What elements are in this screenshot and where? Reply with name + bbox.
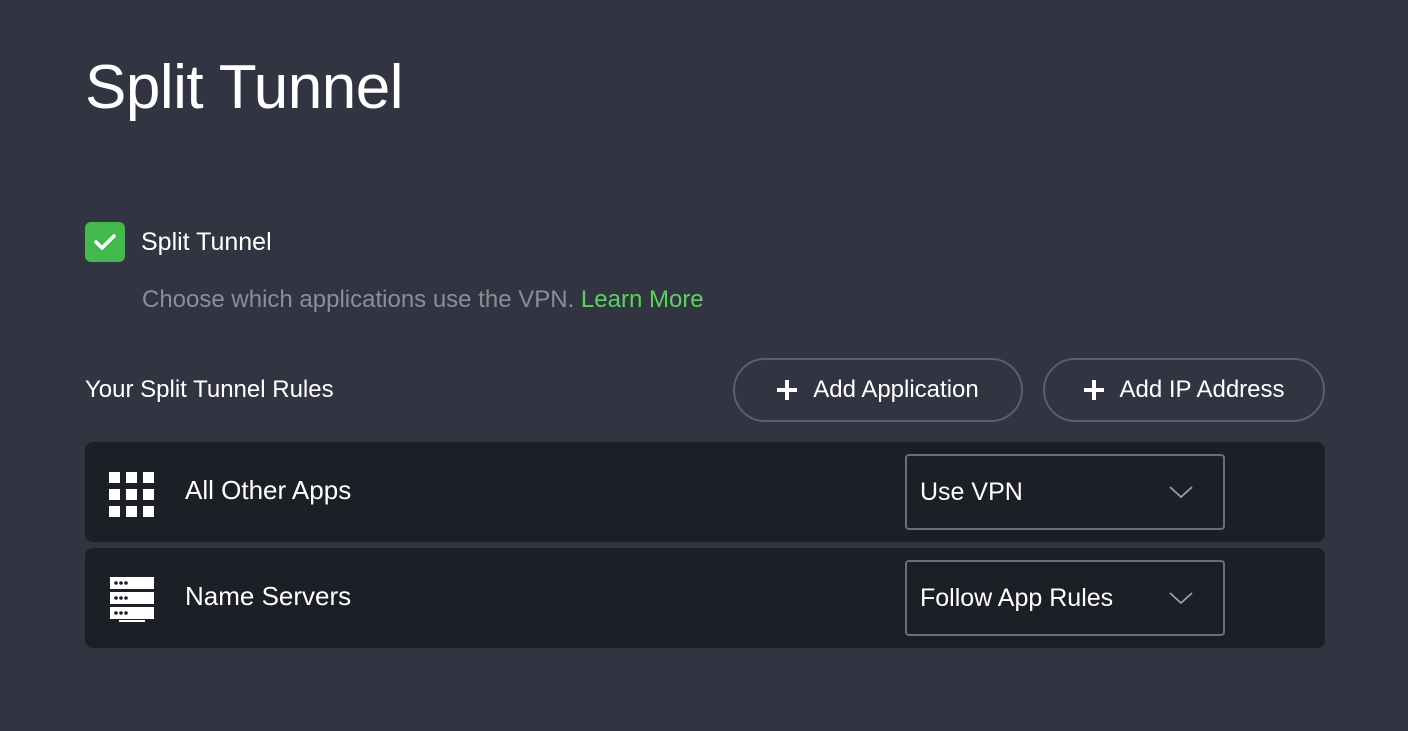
split-tunnel-description: Choose which applications use the VPN. L… xyxy=(142,286,704,314)
server-icon xyxy=(110,577,154,622)
rule-label: All Other Apps xyxy=(185,475,352,505)
chevron-down-icon xyxy=(1169,486,1193,499)
rules-header: Your Split Tunnel Rules xyxy=(85,376,334,403)
description-text: Choose which applications use the VPN. xyxy=(142,286,575,313)
plus-icon xyxy=(777,380,798,400)
check-icon xyxy=(94,234,116,250)
select-value: Use VPN xyxy=(920,477,1023,506)
split-tunnel-page: Split Tunnel Split Tunnel Choose which a… xyxy=(0,0,1408,731)
rule-row-all-other-apps: All Other Apps Use VPN xyxy=(85,442,1325,542)
select-value: Follow App Rules xyxy=(920,583,1114,612)
grid-icon xyxy=(109,470,155,517)
split-tunnel-checkbox[interactable] xyxy=(85,222,125,262)
add-application-button[interactable]: Add Application xyxy=(733,358,1023,422)
add-application-label: Add Application xyxy=(813,376,979,403)
add-ip-address-label: Add IP Address xyxy=(1119,376,1285,403)
learn-more-link[interactable]: Learn More xyxy=(581,286,704,313)
split-tunnel-label: Split Tunnel xyxy=(141,227,272,256)
add-ip-address-button[interactable]: Add IP Address xyxy=(1043,358,1325,422)
rule-label: Name Servers xyxy=(185,581,352,611)
rule-select-name-servers[interactable]: Follow App Rules xyxy=(905,560,1225,636)
split-tunnel-toggle-row: Split Tunnel xyxy=(85,222,272,262)
page-title: Split Tunnel xyxy=(85,53,404,122)
rule-row-name-servers: Name Servers Follow App Rules xyxy=(85,548,1325,648)
rule-select-all-other-apps[interactable]: Use VPN xyxy=(905,454,1225,530)
plus-icon xyxy=(1083,380,1104,400)
chevron-down-icon xyxy=(1169,592,1193,605)
